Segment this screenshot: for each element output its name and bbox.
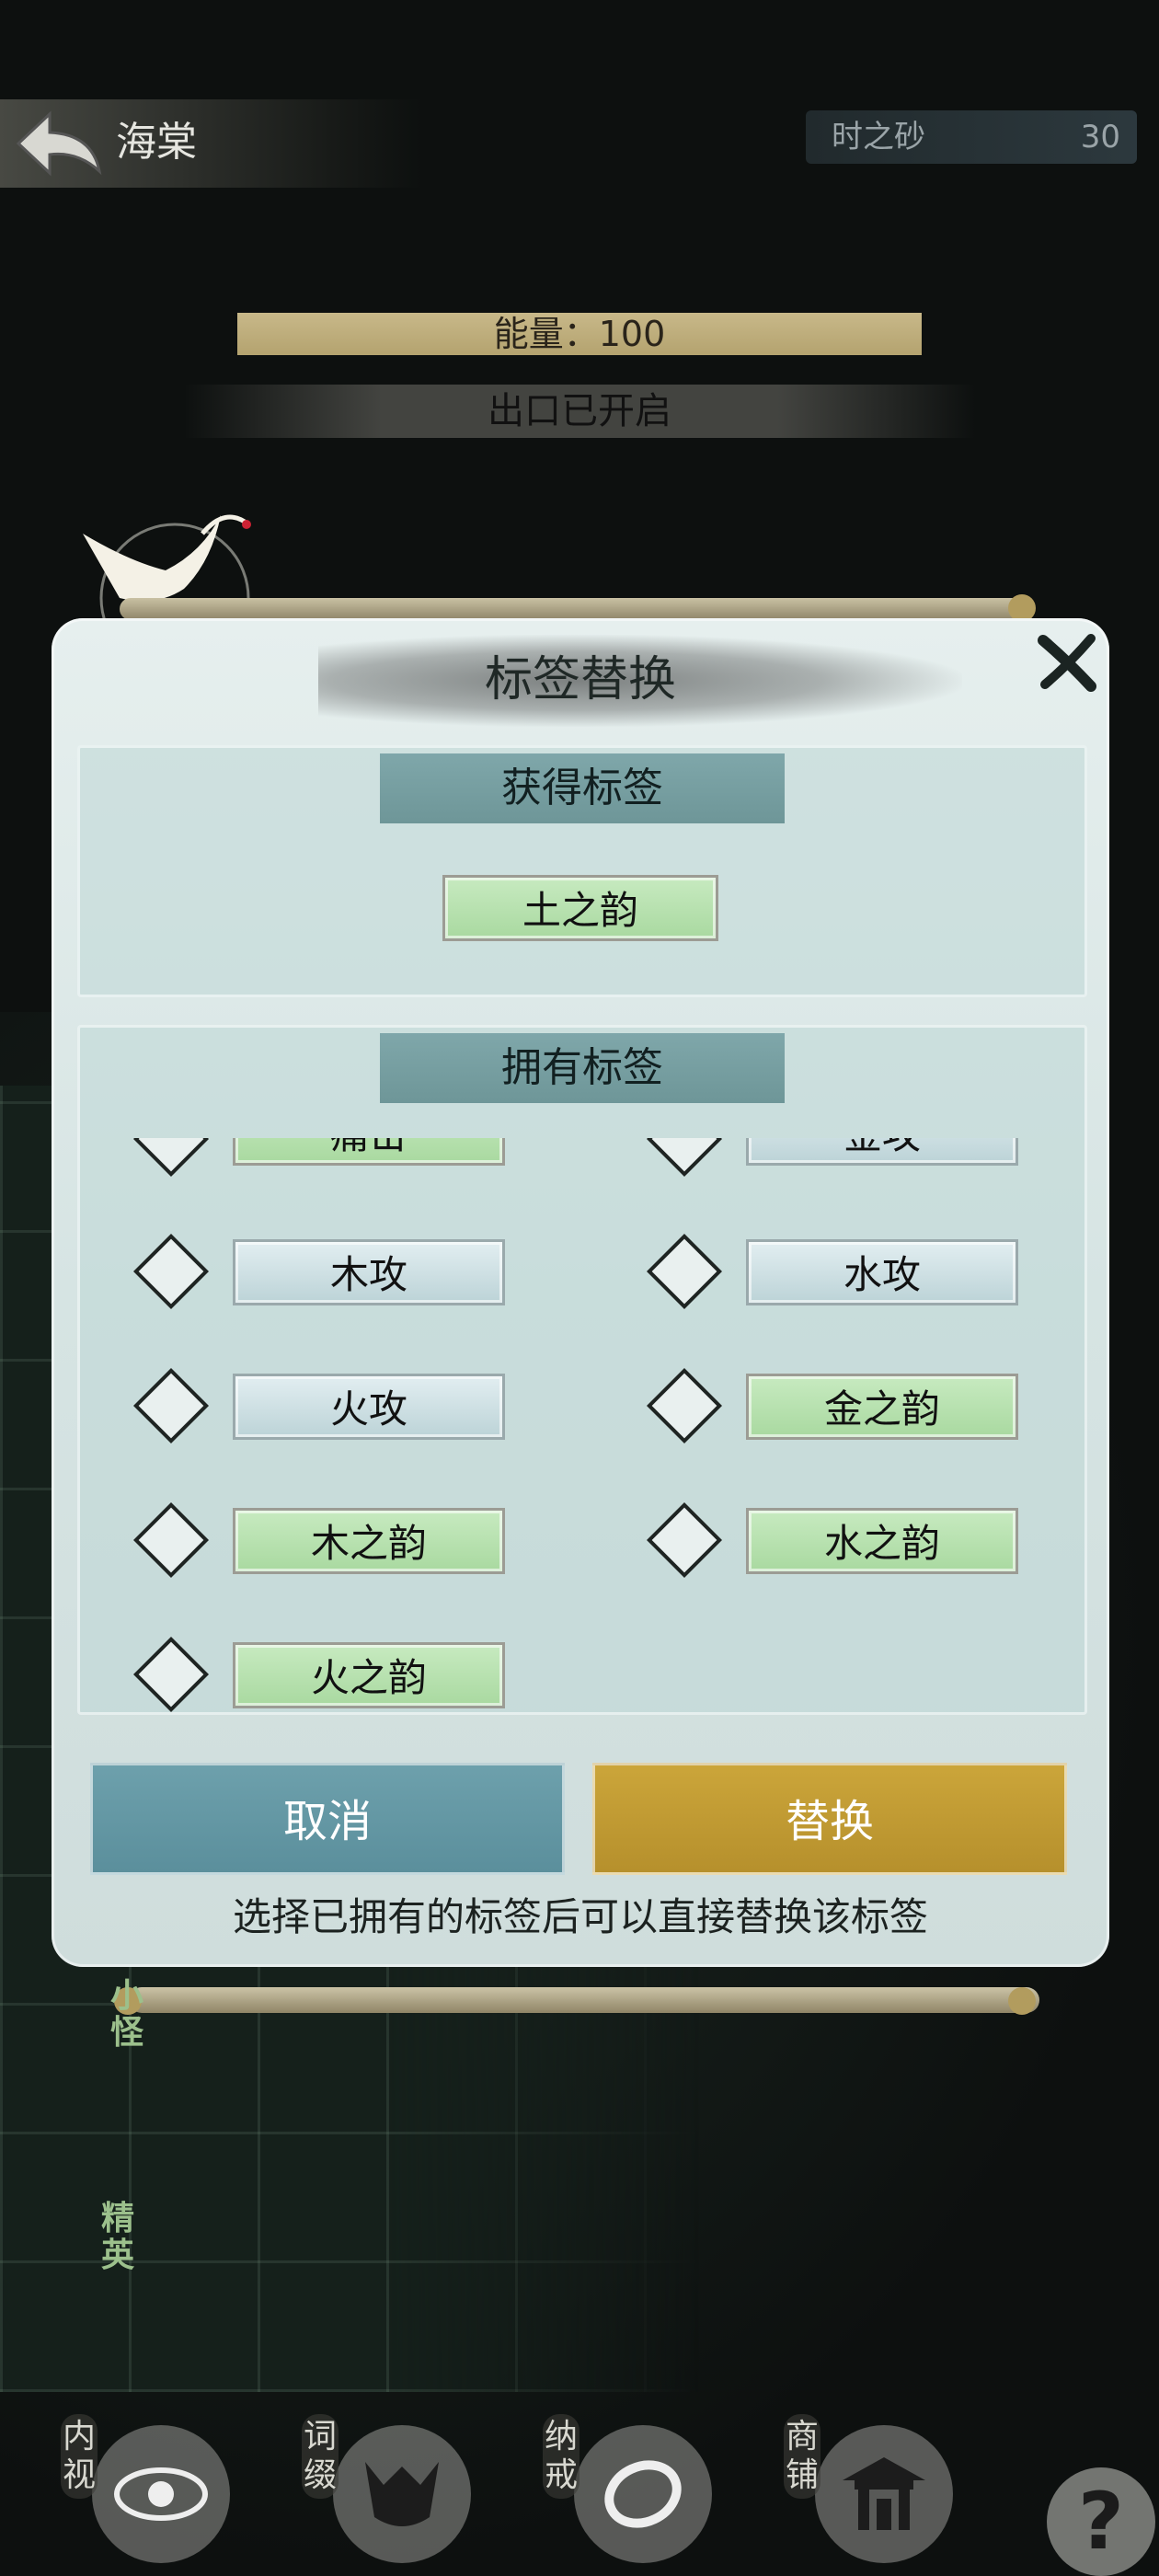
owned-tag[interactable]: 痛击 (233, 1138, 505, 1166)
exit-status: 出口已开启 (184, 385, 975, 438)
tag-select-checkbox[interactable] (132, 1233, 210, 1310)
nav-affix[interactable]: 词缀 (259, 2392, 471, 2576)
nav-label: 纳戒 (543, 2414, 580, 2499)
owned-tag[interactable]: 水攻 (746, 1239, 1018, 1305)
currency-value: 30 (1080, 119, 1120, 155)
back-arrow-icon[interactable] (13, 109, 105, 178)
nav-label: 内视 (61, 2414, 98, 2499)
tag-select-checkbox[interactable] (132, 1636, 210, 1712)
nav-label: 商铺 (784, 2414, 820, 2499)
nav-label: 词缀 (302, 2414, 339, 2499)
scroll-rod-bottom (129, 1987, 1039, 2013)
tag-select-checkbox[interactable] (132, 1367, 210, 1444)
tag-select-checkbox[interactable] (646, 1367, 723, 1444)
minion-marker[interactable]: 小怪 (110, 1978, 151, 2052)
owned-tag[interactable]: 木之韵 (233, 1508, 505, 1574)
close-icon[interactable] (1030, 627, 1104, 701)
owned-tags-panel: 拥有标签 痛击 金攻 木攻 水攻 火攻 金之韵 木之韵 水之韵 火之 (77, 1025, 1087, 1715)
owned-tag[interactable]: 木攻 (233, 1239, 505, 1305)
owned-tag[interactable]: 火攻 (233, 1374, 505, 1440)
nav-shop[interactable]: 商铺 (741, 2392, 953, 2576)
tag-select-checkbox[interactable] (132, 1138, 210, 1178)
owned-tags-header-label: 拥有标签 (501, 1044, 663, 1091)
gained-tag-panel: 获得标签 土之韵 (77, 745, 1087, 997)
elite-marker[interactable]: 精英 (101, 2201, 142, 2274)
gained-tag-header: 获得标签 (380, 753, 785, 823)
currency-display: 时之砂 30 (806, 110, 1137, 164)
scroll-rod-top (120, 598, 1030, 620)
help-button[interactable]: ? (1047, 2467, 1155, 2576)
hint-text: 选择已拥有的标签后可以直接替换该标签 (232, 1894, 928, 1939)
demon-mask-icon (333, 2425, 471, 2563)
currency-label: 时之砂 (832, 119, 925, 155)
owned-tag[interactable]: 金攻 (746, 1138, 1018, 1166)
scroll-rod-cap (1008, 1987, 1036, 2015)
cancel-button[interactable]: 取消 (90, 1763, 565, 1875)
tag-select-checkbox[interactable] (132, 1501, 210, 1579)
owned-tags-list[interactable]: 痛击 金攻 木攻 水攻 火攻 金之韵 木之韵 水之韵 火之韵 (80, 1138, 1084, 1712)
tag-select-checkbox[interactable] (646, 1233, 723, 1310)
tag-select-checkbox[interactable] (646, 1138, 723, 1178)
tag-replace-dialog: 标签替换 获得标签 土之韵 拥有标签 痛击 金攻 木攻 水攻 火攻 (52, 618, 1109, 1967)
energy-bar: 能量：100 (237, 313, 922, 355)
replace-button[interactable]: 替换 (592, 1763, 1067, 1875)
gained-tag: 土之韵 (442, 875, 718, 941)
owned-tag[interactable]: 火之韵 (233, 1642, 505, 1708)
owned-tag[interactable]: 水之韵 (746, 1508, 1018, 1574)
gained-tag-header-label: 获得标签 (501, 765, 663, 811)
owned-tag[interactable]: 金之韵 (746, 1374, 1018, 1440)
scene-title: 海棠 (116, 119, 197, 166)
pavilion-icon (815, 2425, 953, 2563)
ring-icon (574, 2425, 712, 2563)
tag-select-checkbox[interactable] (646, 1501, 723, 1579)
dialog-title: 标签替换 (484, 652, 676, 707)
bottom-nav: 内视 词缀 纳戒 商铺 (0, 2392, 1159, 2576)
eye-icon (92, 2425, 230, 2563)
nav-inner-view[interactable]: 内视 (18, 2392, 230, 2576)
owned-tags-header: 拥有标签 (380, 1033, 785, 1103)
nav-ring[interactable]: 纳戒 (500, 2392, 712, 2576)
